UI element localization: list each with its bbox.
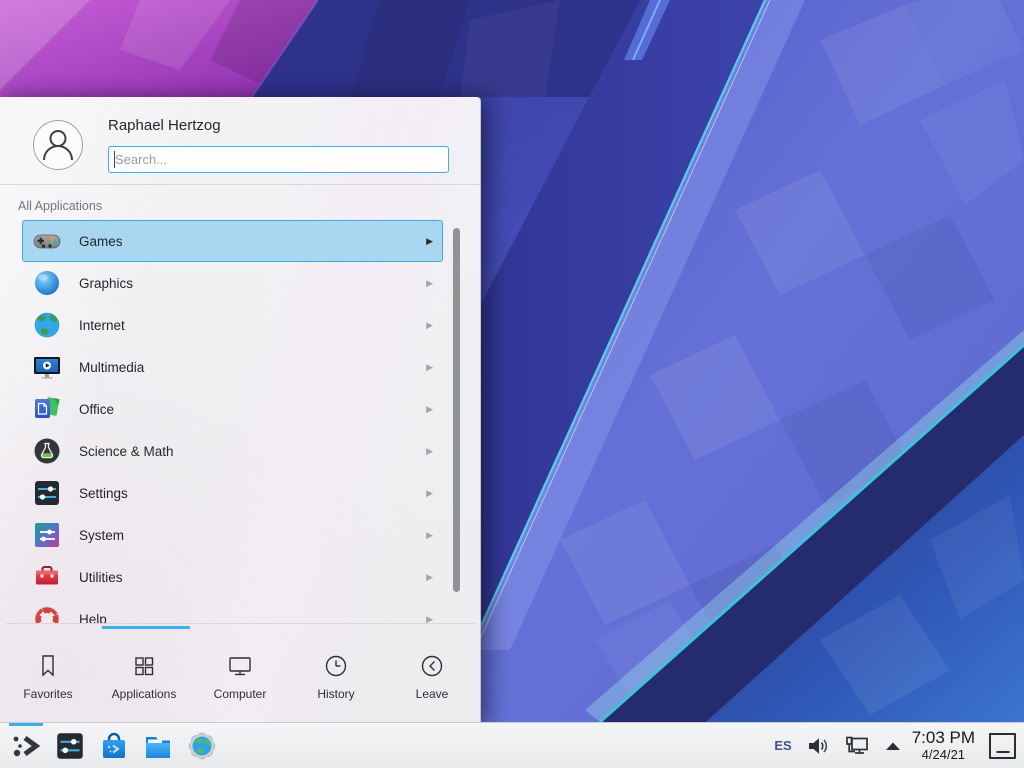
section-label: All Applications	[18, 199, 102, 213]
digital-clock[interactable]: 7:03 PM 4/24/21	[912, 729, 975, 762]
category-label: Settings	[79, 486, 128, 501]
submenu-arrow-icon: ▶	[426, 446, 433, 457]
category-label: Help	[79, 612, 107, 624]
user-avatar-icon	[35, 122, 81, 168]
tab-computer[interactable]: Computer	[192, 630, 288, 722]
category-label: Internet	[79, 318, 125, 333]
utilities-toolbox-icon	[31, 561, 63, 593]
clock-date: 4/24/21	[922, 748, 965, 762]
tab-label: Favorites	[23, 687, 72, 701]
category-label: Science & Math	[79, 444, 174, 459]
graphics-sphere-icon	[31, 267, 63, 299]
category-utilities[interactable]: Utilities ▶	[22, 556, 443, 598]
browser-globe-gear-icon	[186, 730, 218, 762]
clock-icon	[322, 652, 350, 680]
category-science-math[interactable]: Science & Math ▶	[22, 430, 443, 472]
category-help[interactable]: Help ▶	[22, 598, 443, 623]
system-settings-icon	[53, 729, 87, 763]
folder-icon	[141, 729, 175, 763]
clock-time: 7:03 PM	[912, 729, 975, 748]
submenu-arrow-icon: ▶	[426, 278, 433, 289]
submenu-arrow-icon: ▶	[426, 614, 433, 624]
leave-icon	[418, 652, 446, 680]
category-label: System	[79, 528, 124, 543]
app-grid-icon	[130, 652, 158, 680]
tab-label: History	[317, 687, 354, 701]
category-multimedia[interactable]: Multimedia ▶	[22, 346, 443, 388]
submenu-arrow-icon: ▶	[426, 404, 433, 415]
network-wired-icon[interactable]	[844, 733, 871, 759]
show-desktop-glyph	[996, 751, 1009, 753]
header-separator	[0, 184, 480, 185]
tab-applications[interactable]: Applications	[96, 630, 192, 722]
text-caret	[114, 151, 115, 168]
expand-tray-arrow-icon[interactable]	[884, 740, 902, 752]
category-graphics[interactable]: Graphics ▶	[22, 262, 443, 304]
active-tab-indicator	[102, 626, 190, 629]
category-office[interactable]: Office ▶	[22, 388, 443, 430]
category-label: Multimedia	[79, 360, 144, 375]
science-flask-icon	[31, 435, 63, 467]
gamepad-icon	[31, 225, 63, 257]
category-label: Utilities	[79, 570, 123, 585]
globe-icon	[31, 309, 63, 341]
keyboard-layout-indicator[interactable]: ES	[774, 738, 791, 753]
category-list: Games ▶ Graphics ▶	[0, 220, 480, 623]
web-browser-button[interactable]	[180, 723, 224, 768]
tab-label: Computer	[214, 687, 267, 701]
search-input[interactable]	[108, 146, 449, 173]
desktop: Raphael Hertzog All Applications	[0, 0, 1024, 768]
taskbar: ES 7:03 PM 4/24/21	[0, 722, 1024, 768]
category-label: Office	[79, 402, 114, 417]
category-settings[interactable]: Settings ▶	[22, 472, 443, 514]
bookmark-icon	[34, 652, 62, 680]
submenu-arrow-icon: ▶	[426, 362, 433, 373]
application-launcher-popup: Raphael Hertzog All Applications	[0, 97, 481, 722]
system-sliders-icon	[31, 519, 63, 551]
submenu-arrow-icon: ▶	[426, 530, 433, 541]
submenu-arrow-icon: ▶	[426, 572, 433, 583]
multimedia-monitor-icon	[31, 351, 63, 383]
submenu-arrow-icon: ▶	[426, 236, 433, 247]
category-games[interactable]: Games ▶	[22, 220, 443, 262]
tab-leave[interactable]: Leave	[384, 630, 480, 722]
user-avatar[interactable]	[33, 120, 83, 170]
launcher-header: Raphael Hertzog	[0, 97, 480, 184]
category-label: Graphics	[79, 276, 133, 291]
kde-launcher-icon	[9, 729, 43, 763]
discover-button[interactable]	[92, 723, 136, 768]
user-name: Raphael Hertzog	[108, 117, 221, 134]
submenu-arrow-icon: ▶	[426, 320, 433, 331]
tab-history[interactable]: History	[288, 630, 384, 722]
submenu-arrow-icon: ▶	[426, 488, 433, 499]
office-documents-icon	[31, 393, 63, 425]
tab-favorites[interactable]: Favorites	[0, 630, 96, 722]
tab-label: Applications	[112, 687, 177, 701]
system-tray: ES	[774, 733, 901, 759]
file-manager-button[interactable]	[136, 723, 180, 768]
computer-monitor-icon	[226, 652, 254, 680]
launcher-tabbar: Favorites Applications C	[0, 630, 480, 722]
system-settings-button[interactable]	[48, 723, 92, 768]
settings-sliders-icon	[31, 477, 63, 509]
launcher-button[interactable]	[4, 723, 48, 768]
active-task-indicator	[9, 723, 43, 726]
category-internet[interactable]: Internet ▶	[22, 304, 443, 346]
footer-separator	[6, 623, 475, 624]
help-lifering-icon	[31, 603, 63, 623]
volume-icon[interactable]	[805, 733, 831, 759]
category-label: Games	[79, 234, 123, 249]
discover-bag-icon	[97, 729, 131, 763]
show-desktop-button[interactable]	[989, 733, 1016, 759]
list-scrollbar[interactable]	[453, 228, 460, 592]
category-system[interactable]: System ▶	[22, 514, 443, 556]
tab-label: Leave	[416, 687, 449, 701]
